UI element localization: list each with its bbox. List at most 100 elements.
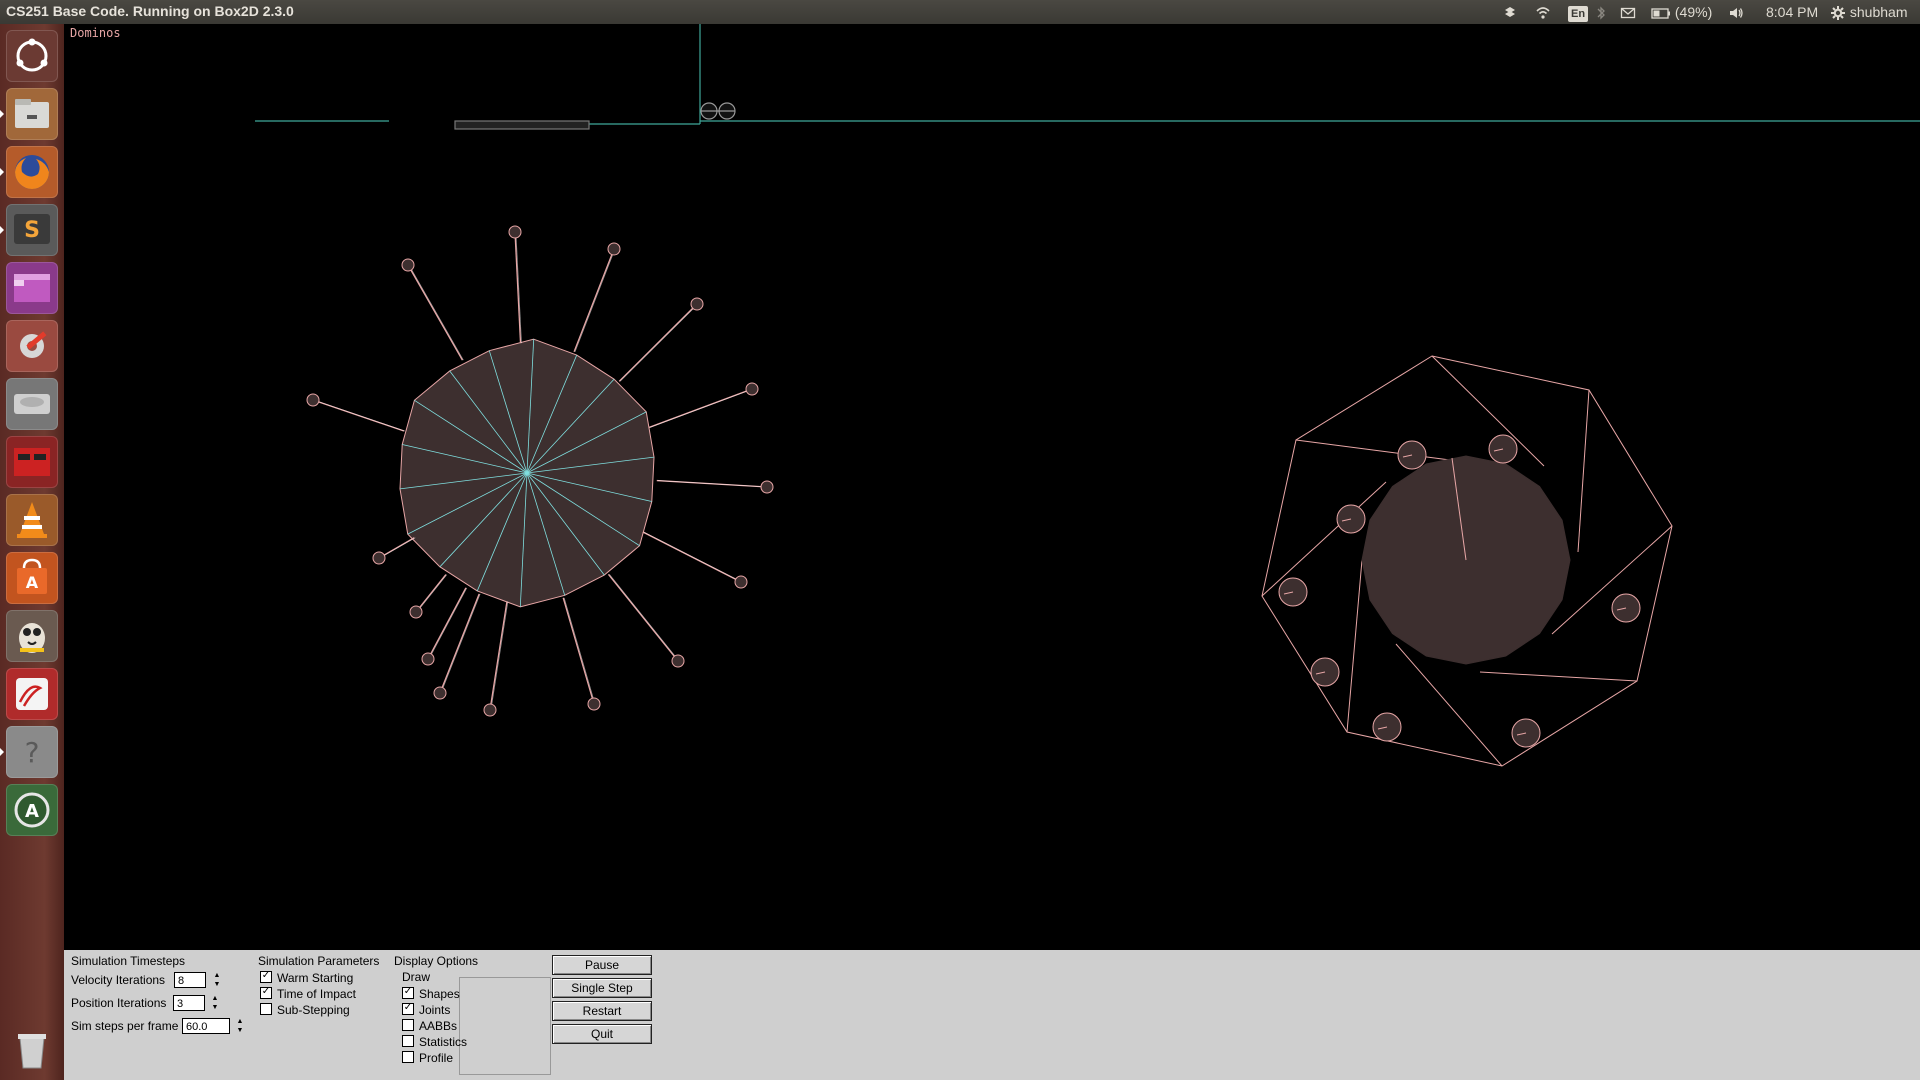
pendulum-rod-highlight bbox=[574, 248, 616, 352]
single-step-button[interactable]: Single Step bbox=[552, 978, 652, 998]
velocity-iterations-label: Velocity Iterations bbox=[71, 973, 166, 987]
checkbox-checked-icon[interactable] bbox=[260, 987, 272, 999]
battery-indicator[interactable]: (49%) bbox=[1651, 3, 1712, 21]
pendulum-bob bbox=[587, 697, 601, 711]
files-icon[interactable] bbox=[6, 88, 58, 140]
pendulum-rod-highlight bbox=[515, 231, 522, 344]
sim-steps-label: Sim steps per frame bbox=[71, 1019, 179, 1033]
trash-icon[interactable] bbox=[6, 1024, 58, 1076]
sublime-text-icon[interactable]: S bbox=[6, 204, 58, 256]
pendulum-rod bbox=[514, 231, 522, 344]
quit-button[interactable]: Quit bbox=[552, 1024, 652, 1044]
warm-starting-checkbox[interactable]: Warm Starting bbox=[260, 971, 353, 985]
time-of-impact-checkbox[interactable]: Time of Impact bbox=[260, 987, 356, 1001]
checkbox-checked-icon[interactable] bbox=[402, 1003, 414, 1015]
wheel-blade bbox=[1551, 525, 1673, 635]
wheel-blade bbox=[1295, 439, 1451, 461]
checkbox-checked-icon[interactable] bbox=[260, 971, 272, 983]
pendulum-rod-highlight bbox=[563, 597, 596, 705]
draw-statistics-checkbox[interactable]: Statistics bbox=[402, 1035, 467, 1049]
aabbs-label: AABBs bbox=[419, 1019, 458, 1033]
help-icon[interactable]: ? bbox=[6, 726, 58, 778]
checkbox-unchecked-icon[interactable] bbox=[402, 1019, 414, 1031]
position-iterations-spinner[interactable]: ▲ ▼ bbox=[210, 994, 220, 1012]
pendulum-rod bbox=[439, 593, 480, 694]
parameters-title: Simulation Parameters bbox=[258, 954, 380, 968]
wheel-blade bbox=[1395, 643, 1503, 767]
system-settings-icon[interactable] bbox=[6, 320, 58, 372]
draw-profile-checkbox[interactable]: Profile bbox=[402, 1051, 453, 1065]
draw-joints-checkbox[interactable]: Joints bbox=[402, 1003, 450, 1017]
sub-stepping-label: Sub-Stepping bbox=[277, 1003, 350, 1017]
dash-home-icon[interactable] bbox=[6, 30, 58, 82]
bluetooth-icon[interactable] bbox=[1593, 3, 1609, 21]
svg-text:A: A bbox=[26, 573, 39, 592]
disk-icon[interactable] bbox=[6, 378, 58, 430]
svg-text:?: ? bbox=[25, 736, 40, 769]
wifi-icon[interactable] bbox=[1535, 3, 1551, 21]
battery-percent: (49%) bbox=[1674, 4, 1713, 20]
user-name: shubham bbox=[1849, 4, 1908, 20]
running-indicator bbox=[0, 110, 4, 118]
checkbox-checked-icon[interactable] bbox=[402, 987, 414, 999]
pendulum-rod bbox=[427, 587, 467, 660]
svg-text:A: A bbox=[25, 801, 39, 822]
sim-steps-input[interactable]: 60.0 bbox=[182, 1018, 230, 1034]
document-viewer-icon[interactable] bbox=[6, 668, 58, 720]
wheel-blade bbox=[1479, 671, 1638, 682]
mail-icon[interactable] bbox=[1620, 3, 1636, 21]
wheel-blade bbox=[1431, 355, 1545, 467]
workspace-switcher-icon[interactable] bbox=[6, 262, 58, 314]
volume-icon[interactable] bbox=[1728, 3, 1744, 21]
pendulum-rod-highlight bbox=[416, 574, 448, 613]
position-iterations-input[interactable]: 3 bbox=[173, 995, 205, 1011]
pendulum-rod bbox=[642, 531, 742, 583]
terminal-app-icon[interactable] bbox=[6, 436, 58, 488]
dropbox-icon[interactable] bbox=[1502, 3, 1518, 21]
pidgin-icon[interactable] bbox=[6, 610, 58, 662]
pendulum-rod-highlight bbox=[643, 531, 743, 583]
position-iterations-label: Position Iterations bbox=[71, 996, 167, 1010]
pendulum-bob bbox=[372, 551, 386, 565]
pendulum-rod-highlight bbox=[313, 399, 406, 432]
running-indicator bbox=[0, 748, 4, 756]
pendulum-rod bbox=[312, 399, 405, 432]
pendulum-rod-highlight bbox=[657, 480, 769, 488]
checkbox-unchecked-icon[interactable] bbox=[402, 1035, 414, 1047]
session-menu[interactable]: shubham bbox=[1830, 3, 1907, 21]
velocity-iterations-input[interactable]: 8 bbox=[174, 972, 206, 988]
checkbox-unchecked-icon[interactable] bbox=[260, 1003, 272, 1015]
keyboard-layout-indicator[interactable]: En bbox=[1568, 3, 1589, 22]
pendulum-rod-highlight bbox=[428, 587, 468, 660]
spinning-polygon-body bbox=[306, 225, 774, 717]
draw-aabbs-checkbox[interactable]: AABBs bbox=[402, 1019, 457, 1033]
vlc-icon[interactable] bbox=[6, 494, 58, 546]
demo-title-label: Dominos bbox=[70, 26, 121, 40]
velocity-iterations-spinner[interactable]: ▲ ▼ bbox=[212, 971, 222, 989]
pendulum-rod-highlight bbox=[379, 537, 416, 559]
pendulum-bob bbox=[421, 652, 435, 666]
simulation-canvas[interactable] bbox=[64, 24, 1920, 950]
battery-icon bbox=[1651, 8, 1670, 19]
launcher: S A ? A bbox=[0, 24, 64, 1080]
checkbox-unchecked-icon[interactable] bbox=[402, 1051, 414, 1063]
pendulum-bob bbox=[734, 575, 748, 589]
pendulum-bob bbox=[607, 242, 621, 256]
statistics-label: Statistics bbox=[419, 1035, 468, 1049]
firefox-icon[interactable] bbox=[6, 146, 58, 198]
sub-stepping-checkbox[interactable]: Sub-Stepping bbox=[260, 1003, 350, 1017]
running-indicator bbox=[0, 168, 4, 176]
pause-button[interactable]: Pause bbox=[552, 955, 652, 975]
pendulum-rod-highlight bbox=[609, 574, 680, 662]
pendulum-rod bbox=[607, 573, 679, 662]
sim-steps-spinner[interactable]: ▲ ▼ bbox=[235, 1017, 245, 1035]
software-updater-icon[interactable]: A bbox=[6, 784, 58, 836]
pendulum-bob bbox=[483, 703, 497, 717]
pendulum-rod bbox=[648, 388, 753, 429]
pendulum-bob bbox=[690, 297, 704, 311]
restart-button[interactable]: Restart bbox=[552, 1001, 652, 1021]
profile-label: Profile bbox=[419, 1051, 454, 1065]
clock[interactable]: 8:04 PM bbox=[1766, 3, 1818, 21]
draw-shapes-checkbox[interactable]: Shapes bbox=[402, 987, 460, 1001]
software-center-icon[interactable]: A bbox=[6, 552, 58, 604]
